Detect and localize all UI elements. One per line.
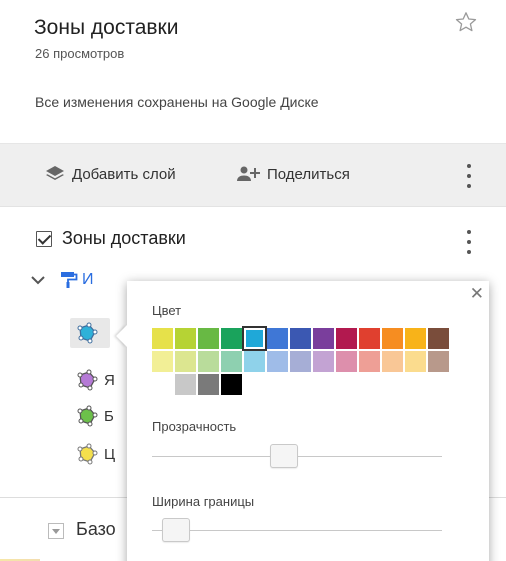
feature-label: Б (104, 407, 114, 425)
layer-name[interactable]: Зоны доставки (62, 228, 186, 249)
swatch-spacer (428, 374, 449, 395)
color-swatch[interactable] (405, 328, 426, 349)
color-swatch[interactable] (175, 351, 196, 372)
layers-icon (46, 166, 64, 180)
color-swatch[interactable] (221, 374, 242, 395)
color-swatch[interactable] (175, 374, 196, 395)
star-icon[interactable] (454, 10, 478, 34)
opacity-slider-thumb[interactable] (270, 444, 298, 468)
swatch-spacer (336, 374, 357, 395)
border-width-label: Ширина границы (152, 494, 255, 509)
color-swatch[interactable] (382, 328, 403, 349)
color-swatch[interactable] (382, 351, 403, 372)
swatch-spacer (267, 374, 288, 395)
close-icon[interactable]: ✕ (470, 285, 484, 302)
opacity-label: Прозрачность (152, 419, 237, 434)
layer-options-icon[interactable] (465, 230, 473, 254)
color-swatch[interactable] (313, 351, 334, 372)
swatch-spacer (313, 374, 334, 395)
color-label: Цвет (152, 303, 182, 318)
color-swatch[interactable] (290, 351, 311, 372)
map-sidebar-panel: Зоны доставки 26 просмотров Все изменени… (0, 0, 506, 561)
base-map-label[interactable]: Базо (76, 519, 116, 540)
color-swatch[interactable] (152, 328, 173, 349)
polygon-icon (77, 443, 98, 465)
swatch-spacer (382, 374, 403, 395)
add-layer-label: Добавить слой (72, 165, 176, 183)
color-swatch[interactable] (336, 328, 357, 349)
chevron-down-icon[interactable] (30, 274, 46, 286)
layer-style-row: И (30, 271, 94, 289)
color-swatch[interactable] (359, 328, 380, 349)
layer-visibility-checkbox[interactable] (36, 230, 52, 247)
color-swatch[interactable] (267, 351, 288, 372)
share-button[interactable]: Поделиться (237, 165, 350, 183)
color-swatch[interactable] (267, 328, 288, 349)
polygon-icon (77, 405, 98, 427)
style-popup: ✕ Цвет Прозрачность Ширина границы (116, 281, 489, 561)
share-label: Поделиться (267, 165, 350, 183)
feature-item[interactable]: Б (76, 405, 114, 427)
color-swatch[interactable] (359, 351, 380, 372)
color-swatch[interactable] (198, 328, 219, 349)
color-swatch[interactable] (336, 351, 357, 372)
color-swatch[interactable] (405, 351, 426, 372)
color-swatch[interactable] (221, 351, 242, 372)
color-swatch[interactable] (428, 328, 449, 349)
polygon-icon (77, 322, 98, 344)
add-layer-button[interactable]: Добавить слой (44, 165, 176, 183)
view-count: 26 просмотров (35, 46, 125, 61)
feature-item[interactable]: Ц (76, 443, 115, 465)
paint-roller-icon (61, 272, 78, 288)
feature-item[interactable] (70, 318, 110, 348)
feature-item[interactable]: Я (76, 369, 115, 391)
color-swatch[interactable] (242, 326, 267, 351)
opacity-slider[interactable] (152, 444, 442, 468)
color-swatch[interactable] (198, 351, 219, 372)
map-title[interactable]: Зоны доставки (34, 16, 178, 40)
feature-label: Я (104, 371, 115, 389)
style-link[interactable]: И (82, 271, 94, 289)
swatch-spacer (244, 374, 265, 395)
layer-toolbar: Добавить слой Поделиться (0, 143, 506, 207)
swatch-spacer (152, 374, 173, 395)
more-options-icon[interactable] (465, 164, 473, 188)
color-swatch[interactable] (313, 328, 334, 349)
color-palette (152, 326, 449, 395)
add-person-icon (237, 166, 260, 181)
border-width-slider-thumb[interactable] (162, 518, 190, 542)
save-status: Все изменения сохранены на Google Диске (35, 94, 319, 110)
swatch-spacer (405, 374, 426, 395)
polygon-icon (77, 369, 98, 391)
swatch-spacer (290, 374, 311, 395)
color-swatch[interactable] (290, 328, 311, 349)
color-swatch[interactable] (221, 328, 242, 349)
feature-label: Ц (104, 445, 116, 463)
border-width-slider[interactable] (152, 518, 442, 542)
color-swatch[interactable] (244, 351, 265, 372)
swatch-spacer (359, 374, 380, 395)
color-swatch[interactable] (428, 351, 449, 372)
color-swatch[interactable] (198, 374, 219, 395)
color-swatch[interactable] (175, 328, 196, 349)
popup-pointer (116, 325, 127, 347)
color-swatch[interactable] (152, 351, 173, 372)
layer-header: Зоны доставки (36, 228, 186, 249)
base-map-expand-toggle[interactable] (48, 523, 64, 539)
